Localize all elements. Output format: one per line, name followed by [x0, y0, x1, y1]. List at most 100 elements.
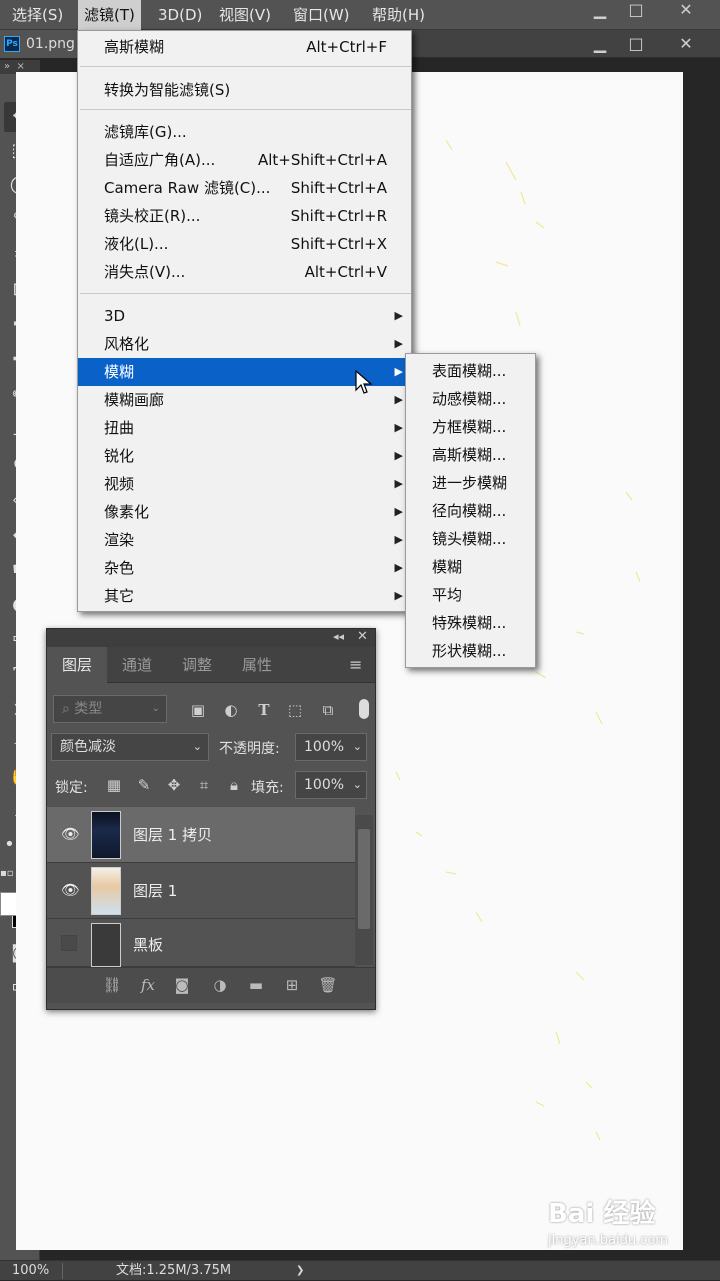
filter-adjustment-icon[interactable]: ◐ [220, 701, 242, 719]
menu-item-vanishing-point[interactable]: 消失点(V)... Alt+Ctrl+V [78, 258, 411, 286]
chevron-down-icon: ⌄ [192, 740, 202, 753]
menu-item-label: Camera Raw 滤镜(C)... [104, 179, 271, 197]
visibility-eye-icon[interactable]: 👁︎ [61, 825, 80, 843]
menu-separator [80, 109, 411, 110]
menu-item-label: 风格化 [104, 335, 150, 353]
panel-collapse-icon[interactable]: ◂◂ [333, 630, 344, 643]
doc-restore-icon[interactable]: □ [616, 34, 656, 56]
layer-row[interactable]: 黑板 [47, 919, 355, 967]
submenu-item-radial-blur[interactable]: 径向模糊... [406, 497, 535, 525]
layer-row[interactable]: 👁︎ 图层 1 拷贝 [47, 807, 355, 863]
new-group-icon[interactable]: ▬ [245, 976, 267, 994]
blend-mode-value: 颜色减淡 [60, 739, 116, 755]
menu-item-label: 渲染 [104, 531, 135, 549]
menu-item-sharpen[interactable]: 锐化 ▶ [78, 442, 411, 470]
panel-header: ◂◂ ✕ [47, 629, 375, 647]
menu-item-adaptive-wide-angle[interactable]: 自适应广角(A)... Alt+Shift+Ctrl+A [78, 146, 411, 174]
submenu-item-smart-blur[interactable]: 特殊模糊... [406, 609, 535, 637]
menu-item-distort[interactable]: 扭曲 ▶ [78, 414, 411, 442]
document-info[interactable]: 文档:1.25M/3.75M [116, 1261, 231, 1281]
panel-menu-icon[interactable]: ≡ [349, 655, 362, 674]
menu-view[interactable]: 视图(V) [213, 0, 277, 30]
new-layer-icon[interactable]: ⊞ [281, 976, 303, 994]
zoom-level[interactable]: 100% [12, 1261, 49, 1281]
lock-artboard-icon[interactable]: ⌗ [193, 776, 215, 794]
scrollbar-thumb[interactable] [358, 829, 370, 929]
submenu-arrow-icon: ▶ [394, 561, 403, 574]
layer-thumbnail [91, 811, 121, 859]
lock-image-icon[interactable]: ✎ [133, 776, 155, 794]
layer-thumbnail [91, 923, 121, 967]
visibility-eye-icon[interactable]: 👁︎ [61, 881, 80, 899]
menu-item-lens-correction[interactable]: 镜头校正(R)... Shift+Ctrl+R [78, 202, 411, 230]
close-icon[interactable]: ✕ [666, 0, 706, 22]
filter-shape-icon[interactable]: ⬚ [284, 701, 306, 719]
menu-window[interactable]: 窗口(W) [287, 0, 356, 30]
filter-toggle[interactable] [359, 699, 369, 719]
layer-row[interactable]: 👁︎ 图层 1 [47, 863, 355, 919]
submenu-item-motion-blur[interactable]: 动感模糊... [406, 385, 535, 413]
doc-minimize-icon[interactable]: ▁ [580, 34, 620, 56]
fx-icon[interactable]: fx [137, 976, 159, 994]
submenu-item-shape-blur[interactable]: 形状模糊... [406, 637, 535, 665]
document-tab[interactable]: Ps 01.png [0, 30, 80, 58]
tab-layers[interactable]: 图层 [47, 647, 107, 683]
visibility-toggle-off[interactable] [61, 935, 77, 951]
filter-type-icon[interactable]: T [253, 701, 275, 719]
opacity-input[interactable]: 100% ⌄ [295, 733, 367, 761]
layer-name: 黑板 [133, 936, 164, 954]
menu-item-stylize[interactable]: 风格化 ▶ [78, 330, 411, 358]
menu-item-liquify[interactable]: 液化(L)... Shift+Ctrl+X [78, 230, 411, 258]
tab-channels[interactable]: 通道 [107, 647, 167, 683]
menu-item-pixelate[interactable]: 像素化 ▶ [78, 498, 411, 526]
submenu-item-lens-blur[interactable]: 镜头模糊... [406, 525, 535, 553]
submenu-item-gaussian-blur[interactable]: 高斯模糊... [406, 441, 535, 469]
lock-all-icon[interactable]: 🔒︎ [223, 776, 245, 794]
submenu-item-blur-more[interactable]: 进一步模糊 [406, 469, 535, 497]
menu-item-3d[interactable]: 3D ▶ [78, 302, 411, 330]
menu-item-filter-gallery[interactable]: 滤镜库(G)... [78, 118, 411, 146]
submenu-arrow-icon: ▶ [394, 589, 403, 602]
menu-select[interactable]: 选择(S) [6, 0, 69, 30]
menu-3d[interactable]: 3D(D) [152, 0, 208, 30]
submenu-item-surface-blur[interactable]: 表面模糊... [406, 357, 535, 385]
menu-item-convert-smart-filter[interactable]: 转换为智能滤镜(S) [78, 76, 411, 104]
mouse-cursor-icon [355, 370, 373, 394]
fill-input[interactable]: 100% ⌄ [295, 771, 367, 799]
menu-item-label: 高斯模糊 [104, 38, 165, 56]
delete-layer-icon[interactable]: 🗑︎ [317, 976, 339, 994]
menu-item-shortcut: Alt+Ctrl+V [304, 263, 387, 281]
status-arrow-icon[interactable]: ❯ [296, 1261, 304, 1281]
add-mask-icon[interactable]: ◙ [171, 976, 193, 994]
menu-item-other[interactable]: 其它 ▶ [78, 582, 411, 610]
submenu-item-average[interactable]: 平均 [406, 581, 535, 609]
default-colors-icon[interactable]: ▪▫ [0, 868, 14, 879]
doc-close-icon[interactable]: ✕ [666, 34, 706, 56]
menu-item-last-filter[interactable]: 高斯模糊 Alt+Ctrl+F [78, 33, 411, 61]
lock-row: 锁定: ▦ ✎ ✥ ⌗ 🔒︎ 填充: 100% ⌄ [47, 767, 375, 805]
minimize-icon[interactable]: ▁ [580, 0, 620, 22]
menu-item-render[interactable]: 渲染 ▶ [78, 526, 411, 554]
maximize-icon[interactable]: □ [616, 0, 656, 22]
layer-filter-select[interactable]: ⌕ 类型 ⌄ [53, 695, 167, 723]
menu-item-camera-raw[interactable]: Camera Raw 滤镜(C)... Shift+Ctrl+A [78, 174, 411, 202]
submenu-arrow-icon: ▶ [394, 309, 403, 322]
menu-help[interactable]: 帮助(H) [366, 0, 431, 30]
submenu-item-box-blur[interactable]: 方框模糊... [406, 413, 535, 441]
link-layers-icon[interactable]: ⛓ [101, 976, 123, 994]
lock-position-icon[interactable]: ✥ [163, 776, 185, 794]
tab-properties[interactable]: 属性 [227, 647, 287, 683]
blend-mode-select[interactable]: 颜色减淡 ⌄ [51, 733, 209, 761]
menu-item-shortcut: Shift+Ctrl+X [290, 235, 387, 253]
adjustment-layer-icon[interactable]: ◑ [209, 976, 231, 994]
menu-item-video[interactable]: 视频 ▶ [78, 470, 411, 498]
lock-transparent-icon[interactable]: ▦ [103, 776, 125, 794]
panel-close-icon[interactable]: ✕ [357, 629, 368, 644]
filter-smart-object-icon[interactable]: ⧉ [317, 701, 339, 719]
layers-scrollbar[interactable] [355, 815, 373, 965]
filter-pixel-icon[interactable]: ▣ [187, 701, 209, 719]
tab-adjustments[interactable]: 调整 [167, 647, 227, 683]
menu-filter[interactable]: 滤镜(T) [78, 0, 141, 30]
submenu-item-blur[interactable]: 模糊 [406, 553, 535, 581]
menu-item-noise[interactable]: 杂色 ▶ [78, 554, 411, 582]
